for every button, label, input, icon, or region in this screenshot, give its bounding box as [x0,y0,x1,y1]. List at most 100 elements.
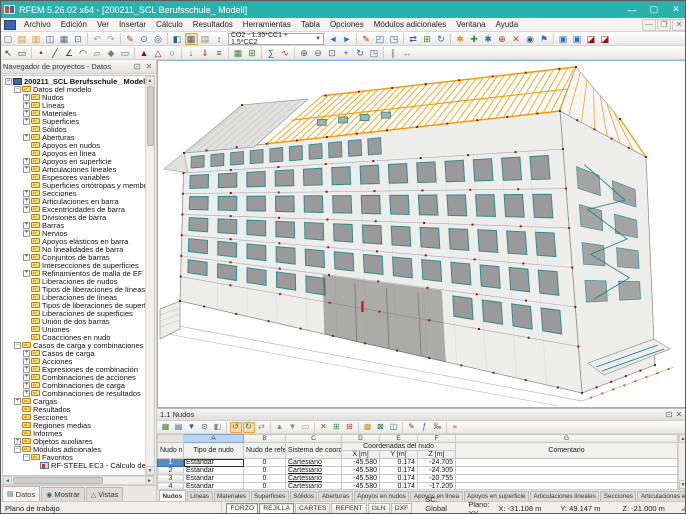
load-case-list-icon[interactable]: ↕ [213,33,226,45]
tree-item-nudos[interactable]: +Nudos [3,93,154,101]
results-icon[interactable]: ∿ [279,47,292,59]
col-letter[interactable]: D [342,435,380,443]
cell-x[interactable]: -45.580 [342,483,380,490]
expand-icon[interactable]: + [23,134,30,141]
expand-icon[interactable]: + [23,206,30,213]
mdi-child-icon[interactable] [4,20,16,30]
scroll-thumb-h[interactable] [13,477,103,484]
row-header[interactable]: 3 [158,475,184,483]
col-letter[interactable]: A [184,435,244,443]
edit-load-case-icon[interactable]: ✎ [360,33,373,45]
expand-icon[interactable]: + [14,398,21,405]
expand-icon[interactable]: + [23,358,30,365]
sheet-tab-nudos[interactable]: Nudos [159,490,186,501]
snap-toggle-forzo[interactable]: FORZO [226,503,258,514]
tree-item-regiones-medias[interactable]: Regiones medias [3,421,154,429]
menu-resultados[interactable]: Resultados [188,18,238,32]
cell-reference-node[interactable]: 0 [244,467,286,475]
arc-tool-icon[interactable]: ◠ [77,47,90,59]
ole-icon[interactable]: ◫ [388,422,400,433]
expand-icon[interactable]: + [23,270,30,277]
panel-icon[interactable]: ◳ [388,33,401,45]
delete-row-icon[interactable]: ⊟ [344,422,356,433]
row-down-icon[interactable]: ▼ [287,422,299,433]
expand-icon[interactable]: + [23,110,30,117]
cut-row-icon[interactable]: ✕ [318,422,330,433]
expand-icon[interactable]: + [23,366,30,373]
new-file-icon[interactable]: ▢ [2,33,15,45]
cell-comment[interactable] [456,475,678,483]
tree-item-l-neas[interactable]: +Líneas [3,101,154,109]
snap-toggle-cartes[interactable]: CARTES [295,503,330,514]
load-line-icon[interactable]: ⇓ [199,47,212,59]
cell-node-type[interactable]: Estándar [184,475,244,483]
collapse-icon[interactable]: − [14,446,21,453]
close-icon[interactable]: ✕ [144,62,154,71]
delete-loads-icon[interactable]: ✕ [510,33,523,45]
table-scroll-down-icon[interactable]: ▼ [679,480,686,489]
cell-x[interactable]: -45.580 [342,475,380,483]
copy-object-icon[interactable]: ⊞ [421,33,434,45]
open-icon[interactable]: ▤ [16,33,29,45]
menu-edici-n[interactable]: Edición [56,18,92,32]
load-case-combo[interactable]: CO2 - 1.35*CC1 + 1.5*CC2 ▼ [228,33,324,45]
expand-icon[interactable]: + [23,390,30,397]
collapse-icon[interactable]: − [23,454,30,461]
col-letter[interactable]: E [380,435,418,443]
row-up-icon[interactable]: ▲ [274,422,286,433]
polyline-tool-icon[interactable]: ∠ [63,47,76,59]
tree-item-m-dulos-adicionales[interactable]: −Módulos adicionales [3,445,154,453]
table-close-icon[interactable]: ✕ [674,410,684,419]
snap-toggle-rejilla[interactable]: REJILLA [259,503,294,514]
sheet-tab-materiales[interactable]: Materiales [214,491,250,501]
next-load-case-icon[interactable]: ► [341,33,354,45]
tree-item-uni-n-de-dos-barras[interactable]: Unión de dos barras [3,317,154,325]
menu-archivo[interactable]: Archivo [19,18,56,32]
table-pin-icon[interactable]: ⊡ [664,410,674,419]
mesh-refinement-icon[interactable]: ⊞ [246,47,259,59]
select-window-icon[interactable]: ▭ [16,47,29,59]
check-model-icon[interactable]: ✚ [468,33,481,45]
row-mark-icon[interactable]: ▭ [300,422,312,433]
zoom-icon[interactable]: ⊙ [138,33,151,45]
tree-item-casos-de-carga[interactable]: +Casos de carga [3,349,154,357]
close-button[interactable]: ✕ [665,1,686,18]
regenerate-icon[interactable]: ✱ [482,33,495,45]
comment-tool-icon[interactable]: ▸ [450,422,462,433]
line-tool-icon[interactable]: ╱ [49,47,62,59]
tree-vertical-scrollbar[interactable]: ▲ ▼ [145,76,154,475]
tree-item-superficies-ort-tropas-y-membranas[interactable]: Superficies ortótropas y membranas [3,181,154,189]
sheet-tab-s-lidos[interactable]: Sólidos [290,491,318,501]
display-1-icon[interactable]: ▣ [557,33,570,45]
display-2-icon[interactable]: ▣ [571,33,584,45]
col-letter[interactable]: F [418,435,456,443]
cell-comment[interactable] [456,459,678,467]
expand-icon[interactable]: + [23,118,30,125]
sync-view-icon[interactable]: ⇄ [256,422,268,433]
scroll-thumb[interactable] [147,86,154,146]
redo-icon[interactable]: ↷ [105,33,118,45]
surface-tool-icon[interactable]: ▱ [91,47,104,59]
resize-grip[interactable]: ◢ [680,503,686,514]
tree-item-combinaciones-de-resultados[interactable]: +Combinaciones de resultados [3,389,154,397]
collapse-icon[interactable]: − [5,78,12,85]
cell-reference-node[interactable]: 0 [244,475,286,483]
table-scroll-up-icon[interactable]: ▲ [679,434,686,443]
support-line-icon[interactable]: △ [152,47,165,59]
navigator-tab-mostrar[interactable]: ◉Mostrar [41,487,85,501]
undo-icon[interactable]: ↶ [91,33,104,45]
tree-item-cargas[interactable]: +Cargas [3,397,154,405]
project-navigator-icon[interactable]: ◰ [374,33,387,45]
table-find-icon[interactable]: ⊙ [199,422,211,433]
scroll-left-icon[interactable]: ◄ [3,476,12,485]
table-export-icon[interactable]: ▤ [173,422,185,433]
cell-reference-node[interactable]: 0 [244,483,286,490]
cell-coordinate-system[interactable]: Cartesiano [286,483,342,490]
maximize-button[interactable]: ▢ [643,1,665,18]
collapse-icon[interactable]: − [14,86,21,93]
fill-color-icon[interactable]: ▩ [362,422,374,433]
cell-y[interactable]: 0.174 [380,459,418,467]
zoom-out-icon[interactable]: ⊖ [312,47,325,59]
select-arrow-icon[interactable]: ↖ [2,47,15,59]
navigator-tab-vistas[interactable]: △Vistas [86,487,124,501]
